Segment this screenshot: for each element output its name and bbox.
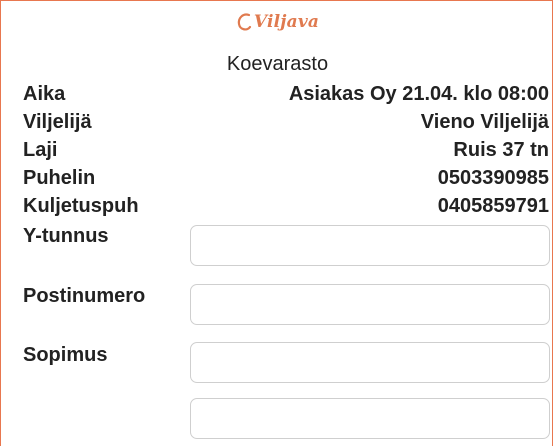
- detail-label: Kuljetuspuh: [23, 195, 139, 217]
- detail-row-puhelin: Puhelin 0503390985: [23, 167, 549, 189]
- detail-row-laji: Laji Ruis 37 tn: [23, 139, 549, 161]
- detail-label: Puhelin: [23, 167, 96, 189]
- postinumero-input[interactable]: [190, 284, 550, 325]
- extra-input[interactable]: [190, 398, 550, 439]
- brand-logo-text: Viljava: [253, 12, 320, 32]
- y-tunnus-label: Y-tunnus: [23, 225, 109, 247]
- detail-row-aika: Aika Asiakas Oy 21.04. klo 08:00: [23, 83, 549, 105]
- detail-label: Viljelijä: [23, 111, 92, 133]
- delivery-card: Viljava Koevarasto Aika Asiakas Oy 21.04…: [0, 0, 553, 446]
- detail-label: Aika: [23, 83, 66, 105]
- brand-logo: Viljava: [1, 7, 552, 37]
- sopimus-input[interactable]: [190, 342, 550, 383]
- detail-value: 0405859791: [437, 195, 549, 217]
- postinumero-label: Postinumero: [23, 285, 146, 307]
- logo-swirl-icon: [237, 13, 251, 31]
- detail-value: Ruis 37 tn: [453, 139, 549, 161]
- detail-value: 0503390985: [437, 167, 549, 189]
- detail-value: Asiakas Oy 21.04. klo 08:00: [288, 83, 549, 105]
- y-tunnus-input[interactable]: [190, 225, 550, 266]
- sopimus-label: Sopimus: [23, 344, 108, 366]
- detail-row-viljelija: Viljelijä Vieno Viljelijä: [23, 111, 549, 133]
- detail-value: Vieno Viljelijä: [420, 111, 549, 133]
- brand-logo-mark: Viljava: [236, 11, 319, 33]
- detail-label: Laji: [23, 139, 58, 161]
- page-title: Koevarasto: [226, 53, 329, 75]
- detail-row-kuljetuspuh: Kuljetuspuh 0405859791: [23, 195, 549, 217]
